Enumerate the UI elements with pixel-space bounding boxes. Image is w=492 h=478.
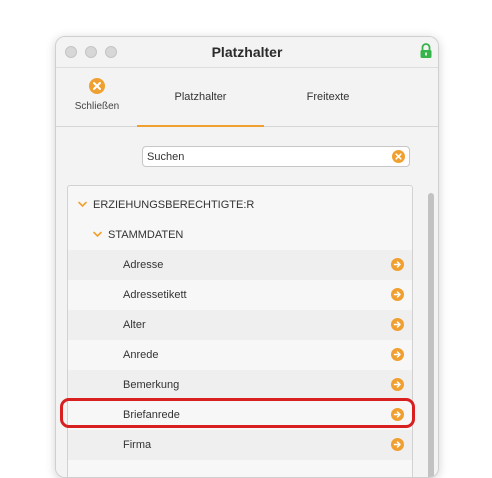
tree-group-row[interactable]: ERZIEHUNGSBERECHTIGTE:R [68, 190, 412, 220]
tree-subgroup-label: STAMMDATEN [108, 229, 184, 241]
arrow-right-circle-icon[interactable] [391, 348, 404, 361]
list-item[interactable]: Alter [68, 310, 412, 340]
list-item[interactable]: Bemerkung [68, 370, 412, 400]
scrollbar[interactable] [426, 127, 436, 477]
list-item-label: Adresse [123, 259, 164, 271]
list-item[interactable]: Adressetikett [68, 280, 412, 310]
close-button-label: Schließen [74, 101, 120, 112]
tab-platzhalter[interactable]: Platzhalter [137, 68, 264, 127]
search-input[interactable] [147, 149, 377, 164]
arrow-right-circle-icon[interactable] [391, 438, 404, 451]
arrow-right-circle-icon[interactable] [391, 288, 404, 301]
list-item-label: Briefanrede [123, 409, 180, 421]
arrow-right-circle-icon[interactable] [391, 258, 404, 271]
list-item[interactable]: Adresse [68, 250, 412, 280]
arrow-right-circle-icon[interactable] [391, 378, 404, 391]
list-item-label: Alter [123, 319, 146, 331]
placeholder-window: Platzhalter Schließen Platzhalter Freite… [55, 36, 439, 478]
list-item-label: Anrede [123, 349, 159, 361]
chevron-down-icon [93, 231, 102, 238]
tree-group-label: ERZIEHUNGSBERECHTIGTE:R [93, 199, 255, 211]
toolbar: Schließen Platzhalter Freitexte [56, 68, 438, 127]
chevron-down-icon [78, 201, 87, 208]
list-item-label: Adressetikett [123, 289, 187, 301]
arrow-right-circle-icon[interactable] [391, 318, 404, 331]
tree-subgroup-row[interactable]: STAMMDATEN [68, 220, 412, 250]
scrollbar-thumb[interactable] [428, 193, 434, 477]
list-item[interactable]: Briefanrede [68, 400, 412, 430]
lock-icon[interactable] [419, 43, 433, 59]
window-title: Platzhalter [211, 44, 283, 60]
content-area: ERZIEHUNGSBERECHTIGTE:R STAMMDATEN Adres… [56, 127, 438, 477]
arrow-right-circle-icon[interactable] [391, 408, 404, 421]
list-item-label: Bemerkung [123, 379, 180, 391]
close-circle-icon [89, 78, 105, 94]
close-button[interactable]: Schließen [72, 78, 122, 112]
list-item[interactable]: Firma [68, 430, 412, 460]
title-bar: Platzhalter [56, 37, 438, 68]
list-item[interactable]: Anrede [68, 340, 412, 370]
list-item-label: Firma [123, 439, 152, 451]
clear-circle-icon[interactable] [392, 150, 405, 163]
search-field [142, 146, 410, 167]
tab-freitexte[interactable]: Freitexte [264, 68, 392, 126]
placeholder-tree: ERZIEHUNGSBERECHTIGTE:R STAMMDATEN Adres… [67, 185, 413, 477]
